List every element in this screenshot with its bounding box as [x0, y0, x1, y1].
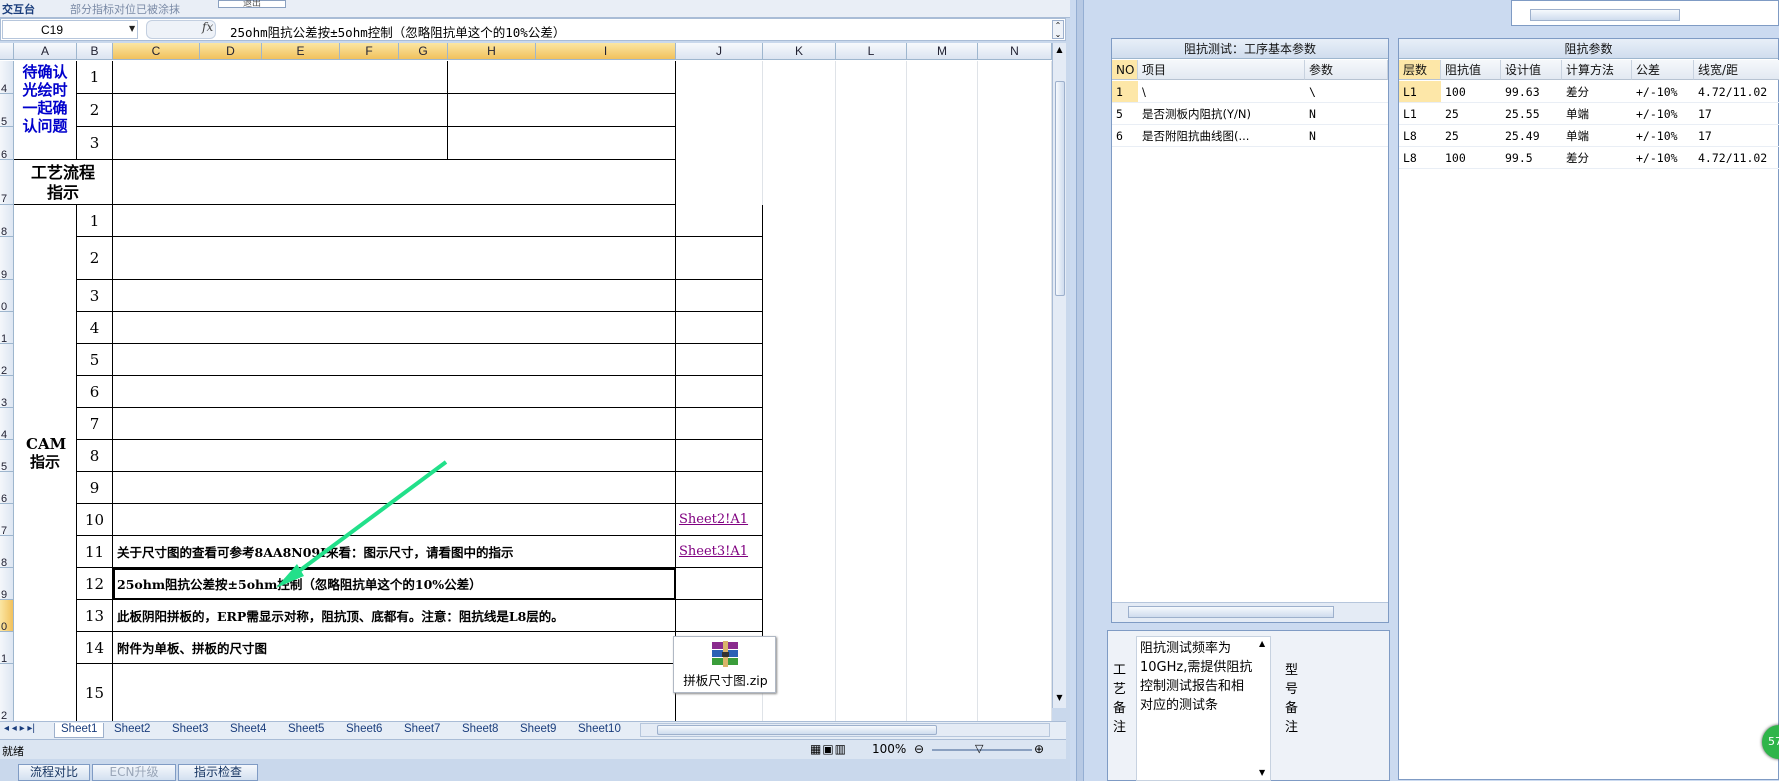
view-mode-icons[interactable]: ▦▣▥ — [810, 742, 847, 756]
grid-cell[interactable]: 1 — [1112, 81, 1138, 103]
grid-cell[interactable]: 100 — [1441, 147, 1501, 169]
top-right-box — [1511, 0, 1779, 26]
grid-cell[interactable]: 100 — [1441, 81, 1501, 103]
grid-cell[interactable]: 99.63 — [1501, 81, 1562, 103]
grid-cell[interactable]: 17 — [1694, 125, 1779, 147]
tab-nav-icon[interactable]: ◂ ◂ ▸ ▸| — [4, 723, 35, 738]
grid-header[interactable]: 线宽/距 — [1694, 60, 1779, 80]
tab-sheet8[interactable]: Sheet8 — [462, 723, 498, 738]
grid-cell[interactable]: 25.55 — [1501, 103, 1562, 125]
tab-sheet3[interactable]: Sheet3 — [172, 723, 208, 738]
tab-sheet9[interactable]: Sheet9 — [520, 723, 556, 738]
status-bar: 就绪 ▦▣▥ 100% ⊖ ▽ ⊕ — [0, 739, 1066, 759]
instruction-check-button[interactable]: 指示检查 — [178, 764, 258, 781]
status-ready: 就绪 — [2, 745, 24, 758]
grid-cell[interactable]: \ — [1138, 81, 1305, 103]
grid-cell[interactable]: \ — [1305, 81, 1388, 103]
grid-cell[interactable]: L8 — [1399, 147, 1441, 169]
grid-cell[interactable]: +/-10% — [1632, 103, 1694, 125]
arrow-head-left — [276, 564, 304, 588]
grid-cell[interactable]: 25 — [1441, 103, 1501, 125]
grid-header[interactable]: 层数 — [1399, 60, 1441, 80]
grid-cell[interactable]: 25 — [1441, 125, 1501, 147]
zoom-level[interactable]: 100% — [872, 742, 906, 756]
grid-header[interactable]: 公差 — [1632, 60, 1694, 80]
tab-sheet10[interactable]: Sheet10 — [578, 723, 628, 738]
process-note-text[interactable]: 阻抗测试频率为10GHz,需提供阻抗控制测试报告和相对应的测试条 — [1136, 636, 1271, 781]
grid-cell[interactable]: +/-10% — [1632, 81, 1694, 103]
ecn-upgrade-button[interactable]: ECN升级 — [92, 764, 176, 781]
grid-header[interactable]: 项目 — [1138, 60, 1305, 80]
grid-cell[interactable]: 差分 — [1562, 81, 1632, 103]
grid-cell[interactable]: 6 — [1112, 125, 1138, 147]
impedance-title: 阻抗参数 — [1399, 39, 1778, 59]
tab-sheet5[interactable]: Sheet5 — [288, 723, 324, 738]
test-params-panel: 阻抗测试：工序基本参数 NO 项目 参数 1 \ \ 5 是否测板内阻抗(Y/N) N 6 是… — [1111, 38, 1389, 623]
grid-cell[interactable]: 4.72/11.02 — [1694, 81, 1779, 103]
arrow-line-left — [285, 460, 448, 582]
grid-header[interactable]: 设计值 — [1501, 60, 1562, 80]
grid-header[interactable]: 计算方法 — [1562, 60, 1632, 80]
horizontal-scrollbar[interactable] — [640, 723, 1050, 737]
grid-cell[interactable]: L1 — [1399, 103, 1441, 125]
test-params-title: 阻抗测试：工序基本参数 — [1112, 39, 1388, 59]
grid-cell[interactable]: 25.49 — [1501, 125, 1562, 147]
grid-cell[interactable]: 单端 — [1562, 103, 1632, 125]
flow-compare-button[interactable]: 流程对比 — [18, 764, 90, 781]
tab-sheet7[interactable]: Sheet7 — [404, 723, 440, 738]
process-note-label: 工艺备注 — [1113, 663, 1127, 735]
grid-cell[interactable]: N — [1305, 125, 1388, 147]
grid-cell[interactable]: +/-10% — [1632, 147, 1694, 169]
grid-cell[interactable]: 99.5 — [1501, 147, 1562, 169]
zoom-slider-thumb[interactable]: ▽ — [975, 742, 983, 755]
note-scroll-down-icon[interactable]: ▼ — [1259, 768, 1265, 777]
tab-sheet1[interactable]: Sheet1 — [54, 723, 105, 738]
left-panel-scroll-thumb[interactable] — [1128, 606, 1334, 618]
zoom-out-icon[interactable]: ⊖ — [914, 742, 924, 756]
grid-cell[interactable]: 4.72/11.02 — [1694, 147, 1779, 169]
notes-panel: 工艺备注 阻抗测试频率为10GHz,需提供阻抗控制测试报告和相对应的测试条 ▲ … — [1107, 630, 1390, 781]
grid-cell[interactable]: N — [1305, 103, 1388, 125]
grid-header[interactable]: 参数 — [1305, 60, 1388, 80]
grid-cell[interactable]: 5 — [1112, 103, 1138, 125]
grid-cell[interactable]: 单端 — [1562, 125, 1632, 147]
note-scroll-up-icon[interactable]: ▲ — [1259, 639, 1265, 648]
impedance-panel: 阻抗参数 层数 阻抗值 设计值 计算方法 公差 线宽/距 L1 100 99.63 差… — [1398, 38, 1779, 780]
tab-sheet2[interactable]: Sheet2 — [114, 723, 150, 738]
horizontal-scroll-thumb[interactable] — [657, 725, 937, 735]
grid-cell[interactable]: 是否测板内阻抗(Y/N) — [1138, 103, 1305, 125]
tab-sheet6[interactable]: Sheet6 — [346, 723, 382, 738]
splitter[interactable] — [1076, 0, 1084, 781]
grid-cell[interactable]: 差分 — [1562, 147, 1632, 169]
grid-cell[interactable]: L8 — [1399, 125, 1441, 147]
left-panel-hscroll[interactable] — [1112, 602, 1388, 622]
tab-sheet4[interactable]: Sheet4 — [230, 723, 266, 738]
grid-cell[interactable]: L1 — [1399, 81, 1441, 103]
grid-cell[interactable]: 17 — [1694, 103, 1779, 125]
top-right-scroll-thumb[interactable] — [1530, 9, 1680, 21]
zoom-in-icon[interactable]: ⊕ — [1034, 742, 1044, 756]
grid-header[interactable]: 阻抗值 — [1441, 60, 1501, 80]
model-note-label: 型号备注 — [1285, 663, 1299, 735]
grid-cell[interactable]: +/-10% — [1632, 125, 1694, 147]
grid-header[interactable]: NO — [1112, 60, 1138, 80]
grid-cell[interactable]: 是否附阻抗曲线图(... — [1138, 125, 1305, 147]
